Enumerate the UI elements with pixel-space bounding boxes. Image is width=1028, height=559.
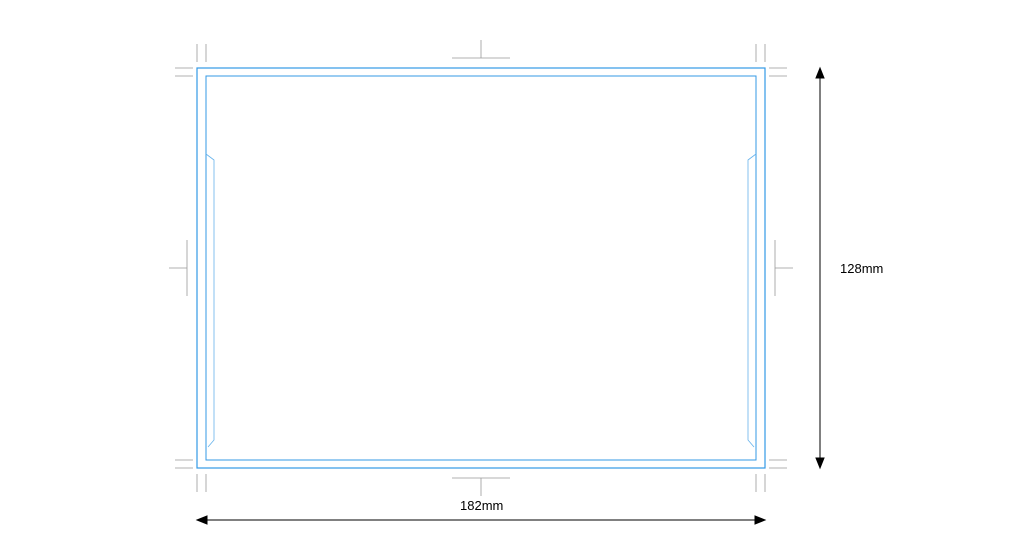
width-dimension-label: 182mm — [460, 498, 503, 513]
inner-right-edge — [748, 154, 756, 447]
vertical-dimension-arrow — [816, 68, 824, 468]
height-dimension-label: 128mm — [840, 261, 883, 276]
diagram-stage: 128mm 182mm — [0, 0, 1028, 559]
inner-rectangle — [206, 76, 756, 460]
crop-marks — [175, 44, 787, 492]
outer-rectangle — [197, 68, 765, 468]
center-marks — [169, 40, 793, 496]
horizontal-dimension-arrow — [197, 516, 765, 524]
diagram-svg — [0, 0, 1028, 559]
inner-left-edge — [206, 154, 214, 447]
